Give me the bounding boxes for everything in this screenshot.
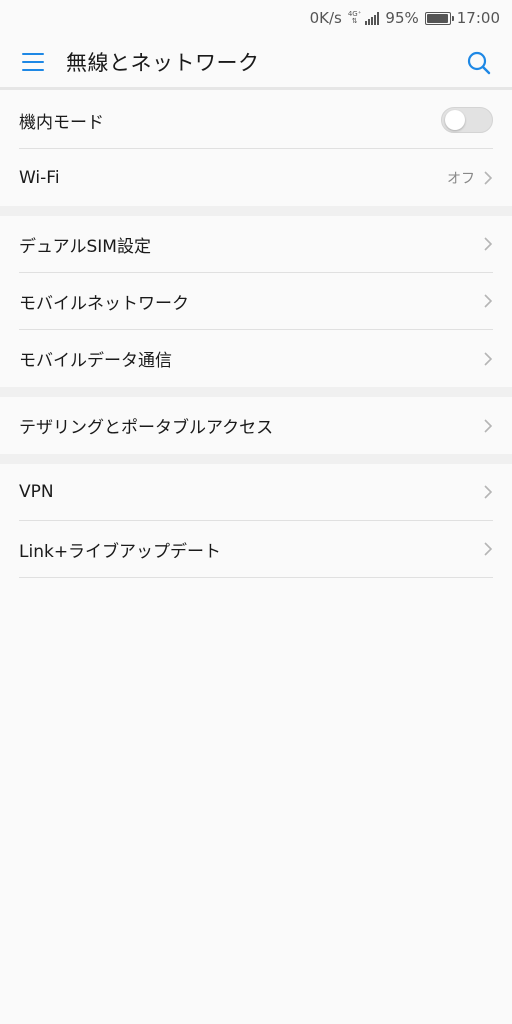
- mobile-network-label: モバイルネットワーク: [19, 293, 189, 314]
- chevron-right-icon: [484, 237, 493, 251]
- settings-section-mobile: デュアルSIM設定 モバイルネットワーク モバイルデータ通信: [0, 216, 512, 387]
- link-plus-live-update-row[interactable]: Link+ライブアップデート: [19, 521, 493, 578]
- tethering-label: テザリングとポータブルアクセス: [19, 418, 274, 438]
- chevron-right-icon: [484, 351, 493, 366]
- mobile-network-row[interactable]: モバイルネットワーク: [19, 273, 493, 330]
- dual-sim-settings-label: デュアルSIM設定: [19, 236, 151, 257]
- tethering-row[interactable]: テザリングとポータブルアクセス: [19, 397, 493, 454]
- airplane-mode-row[interactable]: 機内モード: [19, 92, 493, 149]
- vpn-row[interactable]: VPN: [19, 464, 493, 521]
- airplane-mode-toggle[interactable]: [441, 107, 493, 133]
- section-divider: [0, 454, 512, 464]
- airplane-mode-label: 機内モード: [19, 112, 104, 133]
- chevron-right-icon: [484, 170, 493, 185]
- mobile-data-row[interactable]: モバイルデータ通信: [19, 330, 493, 387]
- search-icon[interactable]: [466, 50, 492, 76]
- vpn-label: VPN: [19, 482, 54, 502]
- data-activity-icon: ⇅: [351, 17, 358, 25]
- toggle-knob: [445, 110, 465, 130]
- hamburger-menu-icon[interactable]: [22, 50, 52, 74]
- chevron-right-icon: [484, 294, 493, 308]
- network-speed: 0K/s: [309, 9, 342, 27]
- battery-icon: [424, 11, 454, 25]
- section-divider: [0, 206, 512, 216]
- wifi-label: Wi-Fi: [19, 167, 60, 188]
- settings-section-other: VPN Link+ライブアップデート: [0, 464, 512, 578]
- wifi-row[interactable]: Wi-Fi オフ: [19, 149, 493, 206]
- settings-section-connectivity: 機内モード Wi-Fi オフ: [0, 92, 512, 206]
- mobile-data-label: モバイルデータ通信: [19, 351, 172, 371]
- network-type-indicator: 4G⁺ ⇅: [348, 11, 362, 25]
- clock: 17:00: [456, 9, 500, 27]
- battery-percent: 95%: [385, 9, 419, 27]
- settings-section-tethering: テザリングとポータブルアクセス: [0, 397, 512, 454]
- app-bar: 無線とネットワーク: [0, 36, 512, 90]
- settings-list: 機内モード Wi-Fi オフ デュアルSIM設定 モバイルネットワーク モバイル…: [0, 92, 512, 578]
- dual-sim-settings-row[interactable]: デュアルSIM設定: [19, 216, 493, 273]
- status-bar: 0K/s 4G⁺ ⇅ 95% 17:00: [0, 0, 512, 36]
- chevron-right-icon: [484, 542, 493, 556]
- battery-fill: [426, 13, 448, 23]
- wifi-status-value: オフ: [447, 170, 475, 187]
- signal-strength-icon: [365, 11, 380, 25]
- chevron-right-icon: [484, 485, 493, 499]
- section-divider: [0, 387, 512, 397]
- link-plus-live-update-label: Link+ライブアップデート: [19, 541, 222, 562]
- page-title: 無線とネットワーク: [66, 50, 260, 75]
- chevron-right-icon: [484, 418, 493, 433]
